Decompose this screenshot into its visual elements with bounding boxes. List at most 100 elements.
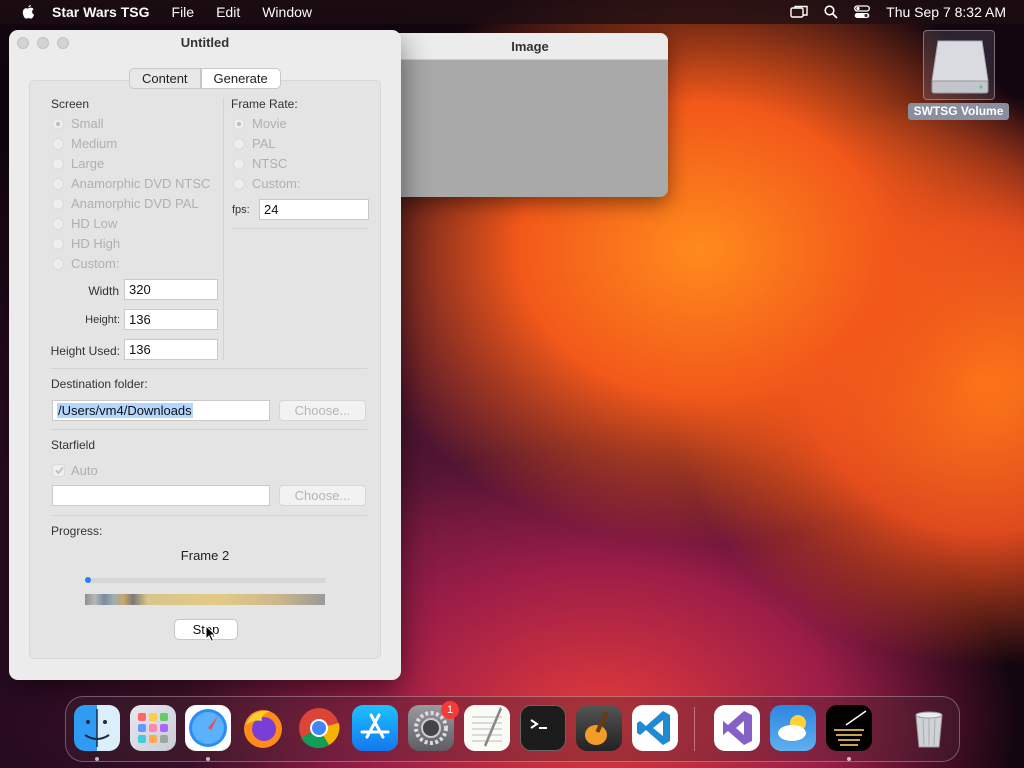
- drive-label[interactable]: SWTSG Volume: [908, 103, 1009, 120]
- radio-label: Custom:: [71, 256, 120, 271]
- app-store-icon[interactable]: [352, 705, 398, 751]
- progress-heading: Progress:: [51, 524, 103, 538]
- safari-icon[interactable]: [185, 705, 231, 751]
- radio-button[interactable]: [233, 137, 245, 150]
- radio-ntsc[interactable]: NTSC: [233, 156, 287, 171]
- column-divider: [223, 98, 224, 360]
- window-titlebar[interactable]: Untitled: [9, 30, 401, 56]
- radio-button[interactable]: [233, 177, 245, 190]
- auto-checkbox[interactable]: Auto: [52, 463, 98, 478]
- clock[interactable]: Thu Sep 7 8:32 AM: [886, 4, 1006, 20]
- radio-label: Medium: [71, 136, 118, 151]
- destination-choose-button[interactable]: Choose...: [279, 400, 366, 421]
- frame-preview-strip: [85, 594, 325, 605]
- launchpad-icon[interactable]: [130, 705, 176, 751]
- divider: [51, 515, 367, 516]
- dock: 1: [65, 696, 960, 762]
- radio-label: HD High: [71, 236, 121, 251]
- radio-pal[interactable]: PAL: [233, 136, 276, 151]
- radio-button[interactable]: [52, 137, 64, 150]
- drive-icon[interactable]: [923, 30, 995, 100]
- progress-bar-fill: [85, 577, 91, 583]
- edit-menu[interactable]: Edit: [216, 4, 240, 20]
- progress-bar: [85, 577, 326, 583]
- tab-bar: Content Generate: [129, 68, 281, 89]
- radio-movie[interactable]: Movie: [233, 116, 287, 131]
- minimize-button[interactable]: [37, 37, 49, 49]
- textedit-icon[interactable]: [464, 705, 510, 751]
- visual-studio-icon[interactable]: [714, 705, 760, 751]
- trash-icon[interactable]: [906, 705, 952, 751]
- firefox-icon[interactable]: [240, 705, 286, 751]
- radio-button[interactable]: [52, 217, 64, 230]
- running-indicator: [95, 757, 99, 761]
- radio-anamorphic-pal[interactable]: Anamorphic DVD PAL: [52, 196, 199, 211]
- tab-content[interactable]: Content: [129, 68, 201, 89]
- radio-large[interactable]: Large: [52, 156, 104, 171]
- radio-hd-low[interactable]: HD Low: [52, 216, 117, 231]
- radio-label: PAL: [252, 136, 276, 151]
- spotlight-search-icon[interactable]: [824, 5, 838, 19]
- height-used-field[interactable]: 136: [124, 339, 218, 360]
- mouse-cursor-icon: [205, 625, 217, 643]
- radio-button[interactable]: [52, 237, 64, 250]
- radio-small[interactable]: Small: [52, 116, 104, 131]
- height-used-label: Height Used:: [50, 344, 120, 358]
- auto-label: Auto: [71, 463, 98, 478]
- file-menu[interactable]: File: [172, 4, 195, 20]
- radio-label: NTSC: [252, 156, 288, 171]
- radio-custom-screen[interactable]: Custom:: [52, 256, 119, 271]
- vscode-icon[interactable]: [632, 705, 678, 751]
- radio-button[interactable]: [52, 157, 64, 170]
- image-window-title[interactable]: Image: [392, 33, 668, 60]
- fps-field[interactable]: 24: [259, 199, 369, 220]
- image-window[interactable]: Image: [392, 33, 668, 197]
- tab-generate[interactable]: Generate: [200, 68, 281, 89]
- radio-label: Large: [71, 156, 105, 171]
- starfield-path-field[interactable]: [52, 485, 270, 506]
- finder-icon[interactable]: [74, 705, 120, 751]
- radio-button[interactable]: [233, 157, 245, 170]
- main-window[interactable]: Untitled Content Generate Screen Small M…: [9, 30, 401, 680]
- terminal-icon[interactable]: [520, 705, 566, 751]
- star-wars-tsg-icon[interactable]: [826, 705, 872, 751]
- external-drive-icon: [931, 40, 989, 94]
- starfield-choose-button[interactable]: Choose...: [279, 485, 366, 506]
- width-field[interactable]: 320: [124, 279, 218, 300]
- notification-badge: 1: [441, 701, 459, 719]
- running-indicator: [847, 757, 851, 761]
- radio-button[interactable]: [233, 117, 245, 130]
- radio-medium[interactable]: Medium: [52, 136, 117, 151]
- radio-anamorphic-ntsc[interactable]: Anamorphic DVD NTSC: [52, 176, 210, 191]
- frame-rate-heading: Frame Rate:: [231, 97, 298, 111]
- screen-mirroring-icon[interactable]: [790, 5, 808, 19]
- running-indicator: [206, 757, 210, 761]
- menu-bar: Star Wars TSG File Edit Window Thu Sep 7…: [0, 0, 1024, 24]
- screen-heading: Screen: [51, 97, 90, 111]
- checkmark-icon[interactable]: [52, 464, 65, 477]
- window-menu[interactable]: Window: [262, 4, 312, 20]
- zoom-button[interactable]: [57, 37, 69, 49]
- radio-label: Small: [71, 116, 104, 131]
- radio-label: HD Low: [71, 216, 118, 231]
- control-center-icon[interactable]: [854, 5, 871, 19]
- destination-path-field[interactable]: /Users/vm4/Downloads: [52, 400, 270, 421]
- chrome-icon[interactable]: [296, 705, 342, 751]
- destination-heading: Destination folder:: [51, 377, 148, 391]
- apple-icon[interactable]: [20, 4, 36, 21]
- radio-hd-high[interactable]: HD High: [52, 236, 120, 251]
- radio-button[interactable]: [52, 117, 64, 130]
- close-button[interactable]: [17, 37, 29, 49]
- radio-button[interactable]: [52, 257, 64, 270]
- fps-label: fps:: [232, 204, 250, 216]
- radio-button[interactable]: [52, 177, 64, 190]
- weather-icon[interactable]: [770, 705, 816, 751]
- radio-button[interactable]: [52, 197, 64, 210]
- divider: [232, 228, 368, 229]
- app-menu[interactable]: Star Wars TSG: [52, 4, 150, 20]
- garageband-icon[interactable]: [576, 705, 622, 751]
- height-field[interactable]: 136: [124, 309, 218, 330]
- radio-custom-fps[interactable]: Custom:: [233, 176, 300, 191]
- radio-label: Movie: [252, 116, 287, 131]
- width-label: Width: [88, 284, 119, 298]
